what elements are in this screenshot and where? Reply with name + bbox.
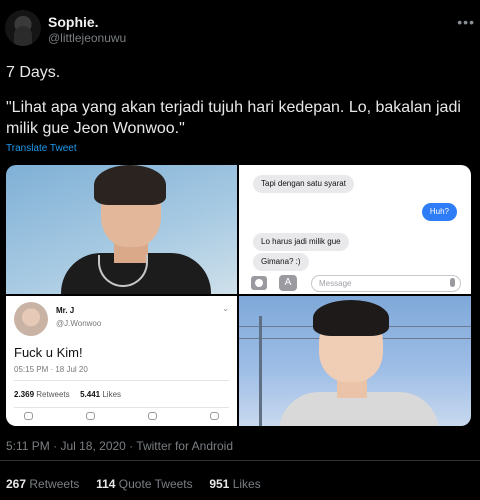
avatar[interactable] [5,10,41,46]
embedded-author-name: Mr. J [56,306,75,315]
tweet-text: 7 Days. "Lihat apa yang akan terjadi tuj… [6,62,474,153]
retweet-icon [86,412,95,420]
author-handle[interactable]: @littlejeonuwu [48,31,126,45]
embedded-like-count: 5.441 [80,390,101,399]
like-label[interactable]: Likes [233,477,261,491]
tweet-header: Sophie. @littlejeonuwu ••• [5,10,475,50]
chat-input-bar: A Message [249,275,464,293]
media-grid: Tapi dengan satu syarat Huh? Lo harus ja… [6,165,471,426]
photo-subject-hair [94,165,166,205]
tweet-line-1: 7 Days. [6,64,61,81]
retweet-count[interactable]: 267 [6,477,26,491]
chat-bubble-received: Tapi dengan satu syarat [253,175,354,193]
divider [0,460,480,461]
embedded-retweet-label: Retweets [36,390,70,399]
chat-screenshot[interactable]: Tapi dengan satu syarat Huh? Lo harus ja… [239,165,471,294]
translate-link[interactable]: Translate Tweet [6,143,77,154]
app-store-icon: A [279,275,297,291]
embedded-tweet-actions [24,412,219,422]
microphone-icon [450,278,455,287]
embedded-author-handle: @J.Wonwoo [56,319,102,328]
quote-label[interactable]: Quote Tweets [119,477,193,491]
tweet-line-2: "Lihat apa yang akan terjadi tujuh hari … [6,99,461,137]
share-icon [210,412,219,420]
like-count[interactable]: 951 [209,477,229,491]
divider [14,380,229,381]
embedded-avatar [14,302,48,336]
photo-1[interactable] [6,165,237,294]
like-icon [148,412,157,420]
quote-count[interactable]: 114 [96,477,115,491]
chevron-down-icon: ⌄ [222,304,229,313]
utility-pole [259,316,262,426]
tweet-stats: 267 Retweets 114 Quote Tweets 951 Likes [6,477,261,491]
reply-icon [24,412,33,420]
embedded-like-label: Likes [102,390,122,399]
author-name[interactable]: Sophie. [48,14,99,30]
photo-subject-hair [313,300,389,336]
embedded-tweet-text: Fuck u Kim! [14,345,83,360]
retweet-label[interactable]: Retweets [29,477,79,491]
chat-bubble-received: Gimana? :) [253,253,309,271]
embedded-tweet-stats: 2.369 Retweets 5.441 Likes [14,390,121,399]
embedded-retweet-count: 2.369 [14,390,35,399]
tweet-timestamp[interactable]: 5:11 PM · Jul 18, 2020 · Twitter for And… [6,439,233,453]
photo-2[interactable] [239,296,471,426]
camera-icon [251,276,267,290]
message-input: Message [311,275,461,292]
embedded-tweet-time: 05:15 PM · 18 Jul 20 [14,365,88,374]
divider [14,407,229,408]
chat-bubble-received: Lo harus jadi milik gue [253,233,349,251]
embedded-tweet[interactable]: Mr. J @J.Wonwoo ⌄ Fuck u Kim! 05:15 PM ·… [6,296,237,426]
more-icon[interactable]: ••• [457,14,475,30]
chat-bubble-sent: Huh? [421,203,457,221]
